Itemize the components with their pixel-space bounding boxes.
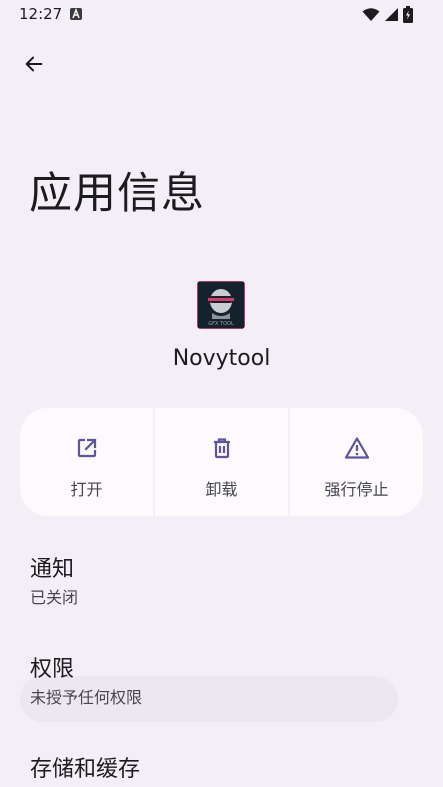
status-time: 12:27 — [19, 5, 63, 23]
status-bar: 12:27 — [0, 0, 443, 30]
back-button[interactable] — [18, 48, 50, 80]
pref-storage[interactable]: 存储和缓存 — [0, 755, 443, 787]
trash-icon — [213, 438, 230, 459]
open-label: 打开 — [70, 480, 103, 499]
status-icons — [362, 6, 413, 23]
pref-title: 通知 — [30, 557, 75, 582]
robot-logo-icon: GFX TOOL — [197, 281, 245, 329]
pref-title: 存储和缓存 — [30, 757, 141, 782]
app-icon: GFX TOOL — [197, 281, 245, 329]
page-title: 应用信息 — [29, 169, 205, 219]
pref-notifications[interactable]: 通知 已关闭 — [0, 555, 443, 615]
notification-a-icon — [70, 8, 82, 20]
uninstall-button[interactable]: 卸载 — [155, 408, 288, 516]
battery-icon — [403, 6, 413, 23]
wifi-icon — [362, 7, 380, 21]
open-button[interactable]: 打开 — [20, 408, 153, 516]
pref-summary: 未授予任何权限 — [30, 688, 143, 707]
open-external-icon — [77, 438, 97, 458]
warning-icon — [344, 437, 369, 459]
pref-summary: 已关闭 — [30, 588, 79, 607]
app-name: Novytool — [172, 346, 271, 371]
force-stop-button[interactable]: 强行停止 — [290, 408, 423, 516]
uninstall-label: 卸载 — [205, 480, 238, 499]
app-actions: 打开 卸载 强行停止 — [20, 408, 423, 516]
cell-signal-icon — [385, 8, 398, 21]
force-stop-label: 强行停止 — [324, 480, 389, 499]
pref-permissions[interactable]: 权限 未授予任何权限 — [0, 655, 443, 715]
pref-title: 权限 — [30, 657, 75, 682]
arrow-left-icon — [25, 56, 43, 72]
svg-text:GFX TOOL: GFX TOOL — [208, 321, 234, 327]
